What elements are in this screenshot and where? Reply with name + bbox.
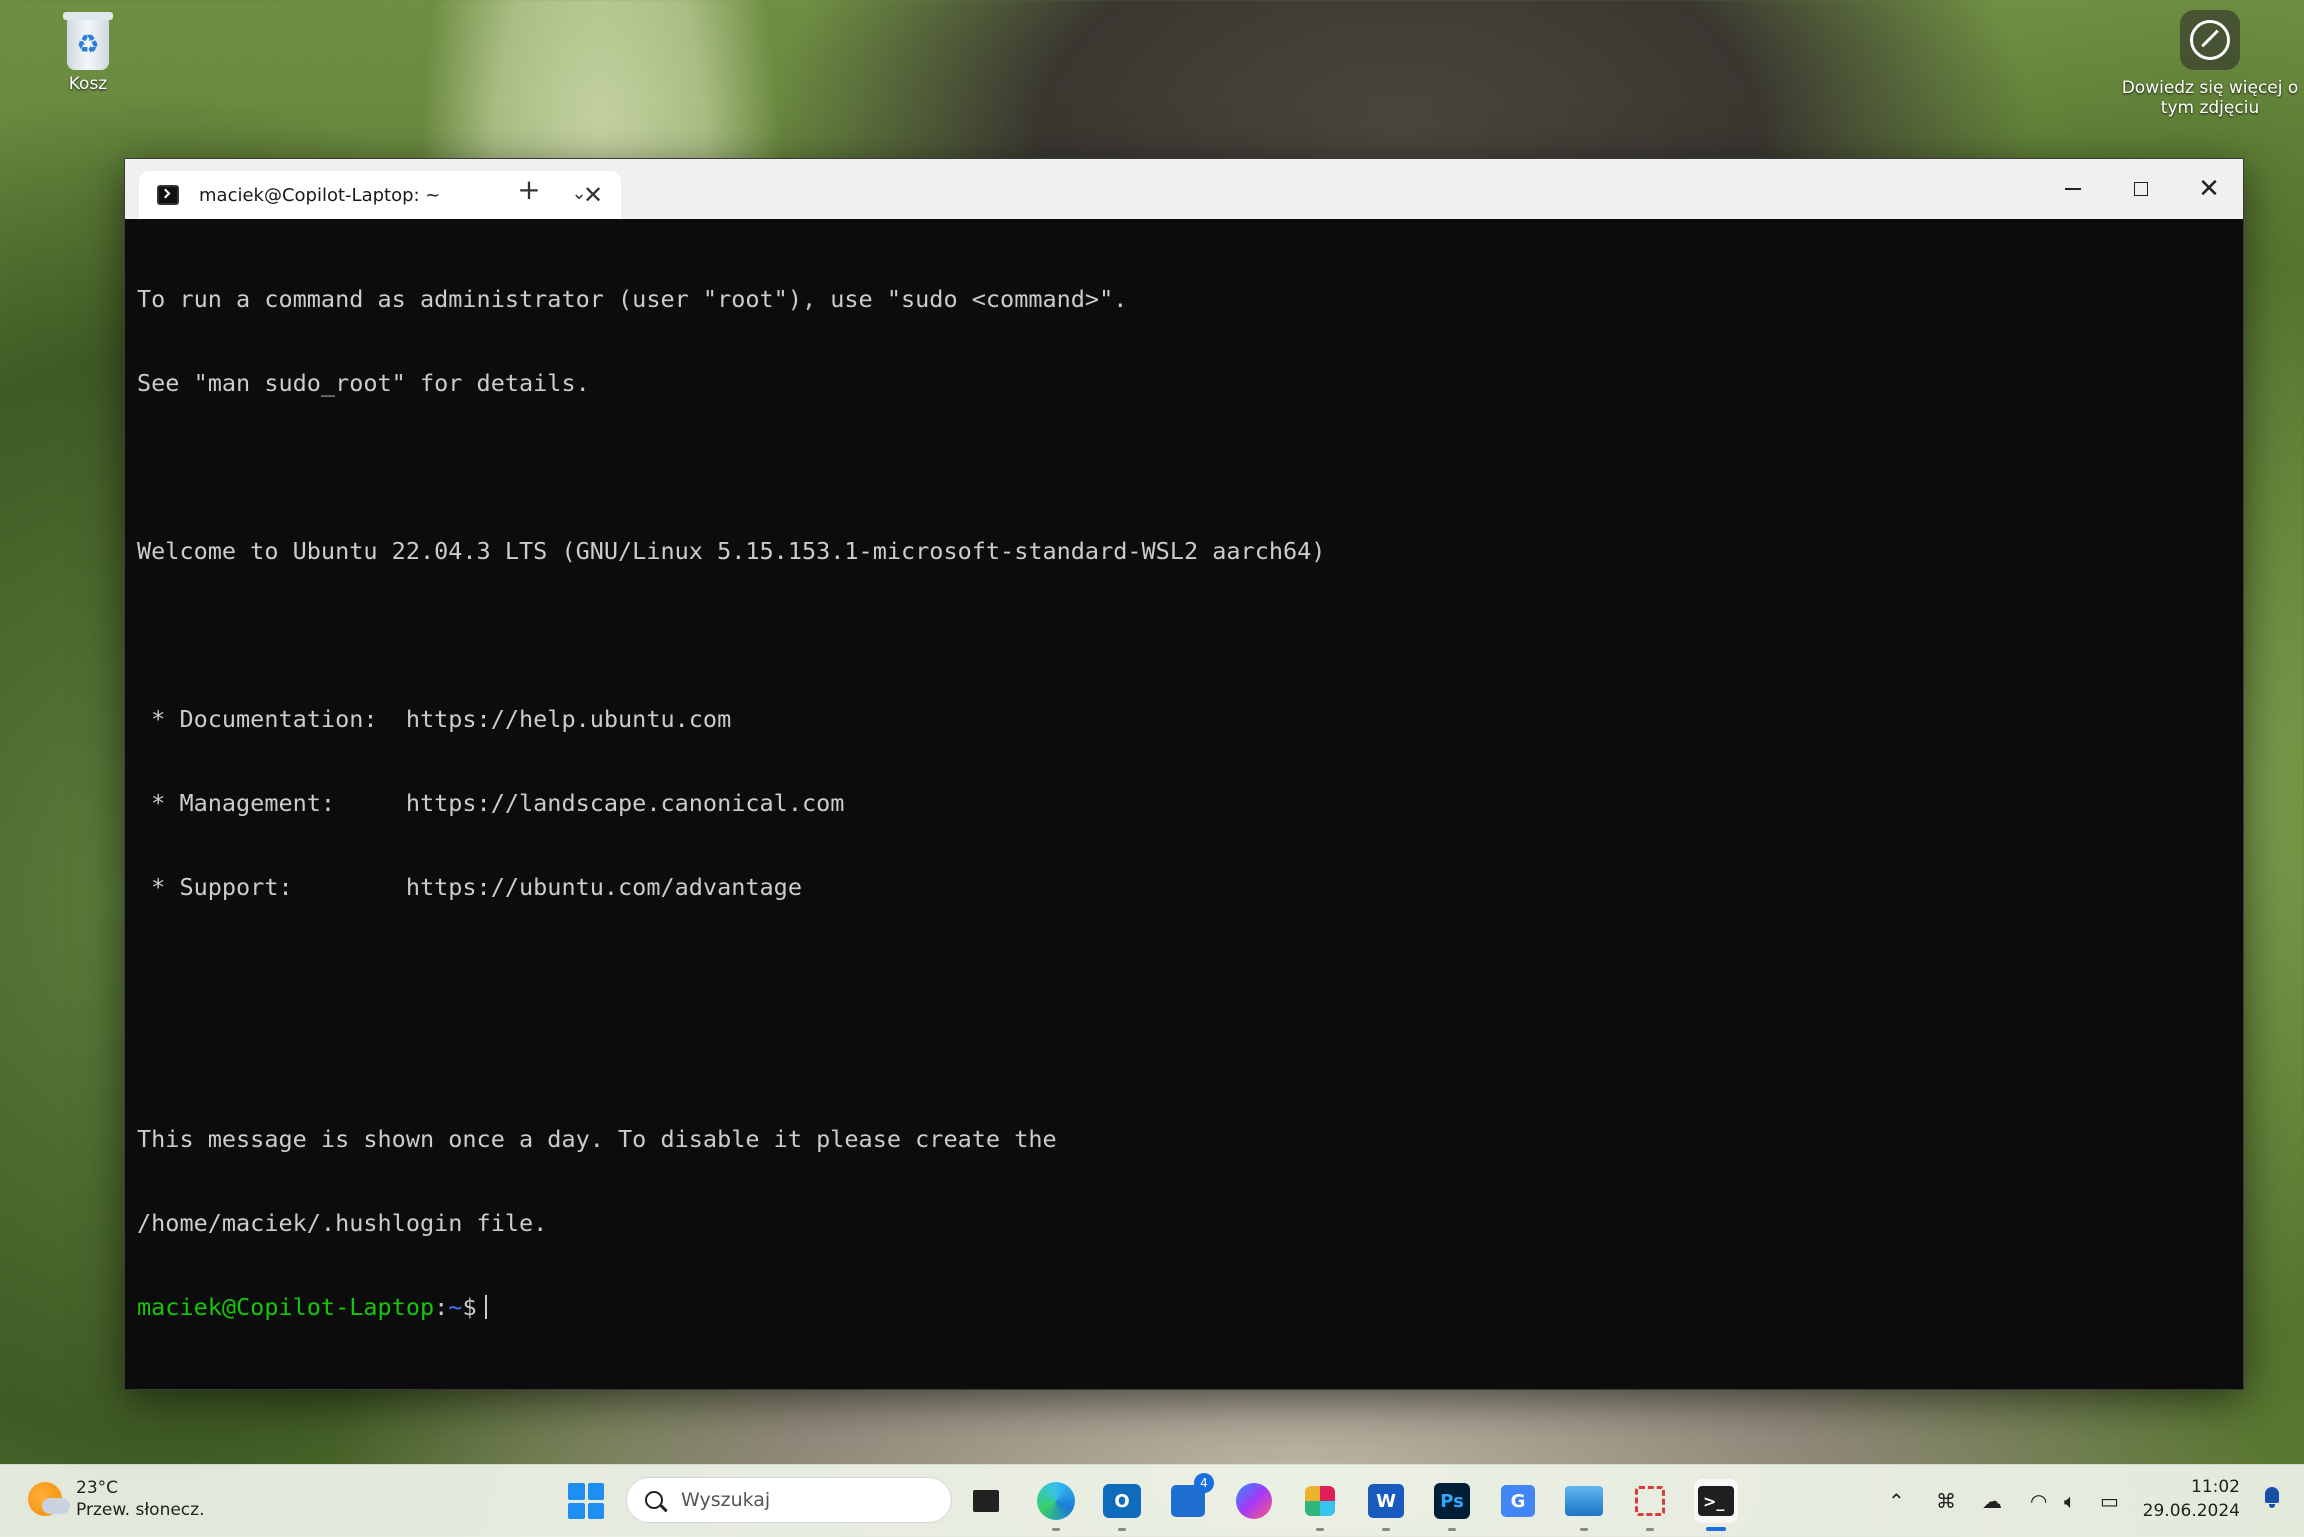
- volume-icon[interactable]: 🔈︎: [2064, 1489, 2076, 1513]
- edge-button[interactable]: [1034, 1479, 1078, 1531]
- snipping-tool-button[interactable]: [1628, 1479, 1672, 1531]
- messenger-button[interactable]: [1232, 1479, 1276, 1523]
- remote-desktop-button[interactable]: [1562, 1479, 1606, 1531]
- photoshop-button[interactable]: Ps: [1430, 1479, 1474, 1531]
- slack-button[interactable]: [1298, 1479, 1342, 1531]
- terminal-line: This message is shown once a day. To dis…: [137, 1125, 1057, 1153]
- photoshop-icon: Ps: [1434, 1483, 1470, 1519]
- wifi-icon[interactable]: ◠: [2030, 1489, 2047, 1513]
- snipping-tool-icon: [1635, 1486, 1665, 1516]
- terminal-tab-icon: [157, 185, 179, 205]
- terminal-line: * Management: https://landscape.canonica…: [137, 789, 845, 817]
- file-explorer-icon: [973, 1490, 999, 1512]
- translator-button[interactable]: G: [1496, 1479, 1540, 1523]
- word-button[interactable]: W: [1364, 1479, 1408, 1531]
- terminal-output[interactable]: To run a command as administrator (user …: [137, 229, 2231, 1377]
- clock[interactable]: 11:02 29.06.2024: [2143, 1475, 2240, 1523]
- messenger-icon: [1236, 1483, 1272, 1519]
- prompt-separator: :: [434, 1293, 449, 1321]
- search-icon: [645, 1491, 663, 1509]
- clock-time: 11:02: [2191, 1477, 2240, 1497]
- terminal-line: * Documentation: https://help.ubuntu.com: [137, 705, 732, 733]
- terminal-line: See "man sudo_root" for details.: [137, 369, 590, 397]
- outlook-button[interactable]: O: [1100, 1479, 1144, 1531]
- tab-dropdown-button[interactable]: ⌄: [557, 175, 601, 211]
- terminal-line: /home/maciek/.hushlogin file.: [137, 1209, 548, 1237]
- close-window-button[interactable]: ✕: [2175, 159, 2243, 219]
- edge-icon: [1037, 1482, 1075, 1520]
- clock-date: 29.06.2024: [2142, 1501, 2240, 1521]
- prompt-line[interactable]: maciek@Copilot-Laptop:~$: [137, 1293, 2231, 1321]
- outlook-icon: O: [1103, 1484, 1141, 1518]
- new-tab-button[interactable]: +: [507, 171, 551, 207]
- prompt-path: ~: [448, 1293, 463, 1321]
- onedrive-cloud-icon[interactable]: ☁: [1982, 1489, 2002, 1513]
- weather-widget[interactable]: 23°C Przew. słonecz.: [28, 1477, 204, 1521]
- start-button[interactable]: [568, 1483, 604, 1519]
- search-box[interactable]: Wyszukaj: [626, 1477, 952, 1523]
- partly-sunny-icon: [28, 1482, 70, 1516]
- terminal-line: Welcome to Ubuntu 22.04.3 LTS (GNU/Linux…: [137, 537, 1326, 565]
- terminal-line: To run a command as administrator (user …: [137, 285, 1128, 313]
- title-bar[interactable]: maciek@Copilot-Laptop: ~ ✕ + ⌄ ✕: [125, 159, 2243, 219]
- terminal-line: * Support: https://ubuntu.com/advantage: [137, 873, 802, 901]
- camera-info-icon: [2180, 10, 2240, 70]
- minimize-icon: [2065, 188, 2081, 190]
- recycle-bin[interactable]: ♻ Kosz: [44, 8, 132, 94]
- text-cursor: [484, 1295, 487, 1319]
- recycle-bin-label: Kosz: [68, 74, 108, 94]
- terminal-button[interactable]: >_: [1694, 1479, 1738, 1531]
- maximize-button[interactable]: [2107, 159, 2175, 219]
- terminal-window: maciek@Copilot-Laptop: ~ ✕ + ⌄ ✕ To run …: [124, 158, 2244, 1390]
- network-hub-icon[interactable]: ⌘: [1936, 1489, 1956, 1513]
- weather-temp: 23°C: [76, 1478, 119, 1498]
- minimize-button[interactable]: [2039, 159, 2107, 219]
- word-icon: W: [1368, 1484, 1404, 1518]
- learn-about-picture-label-line1: Dowiedz się więcej o: [2121, 78, 2299, 98]
- notification-bell-icon[interactable]: [2262, 1487, 2282, 1509]
- translator-icon: G: [1501, 1485, 1535, 1517]
- learn-about-picture[interactable]: Dowiedz się więcej o tym zdjęciu: [2110, 10, 2304, 118]
- file-explorer-button[interactable]: [964, 1479, 1008, 1523]
- store-button[interactable]: 4: [1166, 1473, 1214, 1523]
- show-hidden-icons-chevron-icon[interactable]: ⌃: [1888, 1489, 1905, 1513]
- weather-desc: Przew. słonecz.: [76, 1500, 205, 1520]
- prompt-user: maciek@Copilot-Laptop: [137, 1293, 435, 1321]
- recycle-bin-icon: ♻: [61, 8, 115, 70]
- store-badge: 4: [1194, 1473, 1214, 1493]
- prompt-symbol: $: [462, 1293, 477, 1321]
- remote-desktop-icon: [1565, 1486, 1603, 1516]
- battery-icon[interactable]: ▭: [2100, 1489, 2119, 1513]
- learn-about-picture-label-line2: tym zdjęciu: [2160, 98, 2260, 118]
- taskbar: 23°C Przew. słonecz. Wyszukaj O 4 W Ps G…: [0, 1464, 2304, 1537]
- maximize-icon: [2134, 182, 2148, 196]
- terminal-icon: >_: [1698, 1486, 1734, 1516]
- slack-icon: [1305, 1486, 1335, 1516]
- windows-logo-icon: [568, 1483, 585, 1500]
- search-placeholder: Wyszukaj: [681, 1489, 771, 1511]
